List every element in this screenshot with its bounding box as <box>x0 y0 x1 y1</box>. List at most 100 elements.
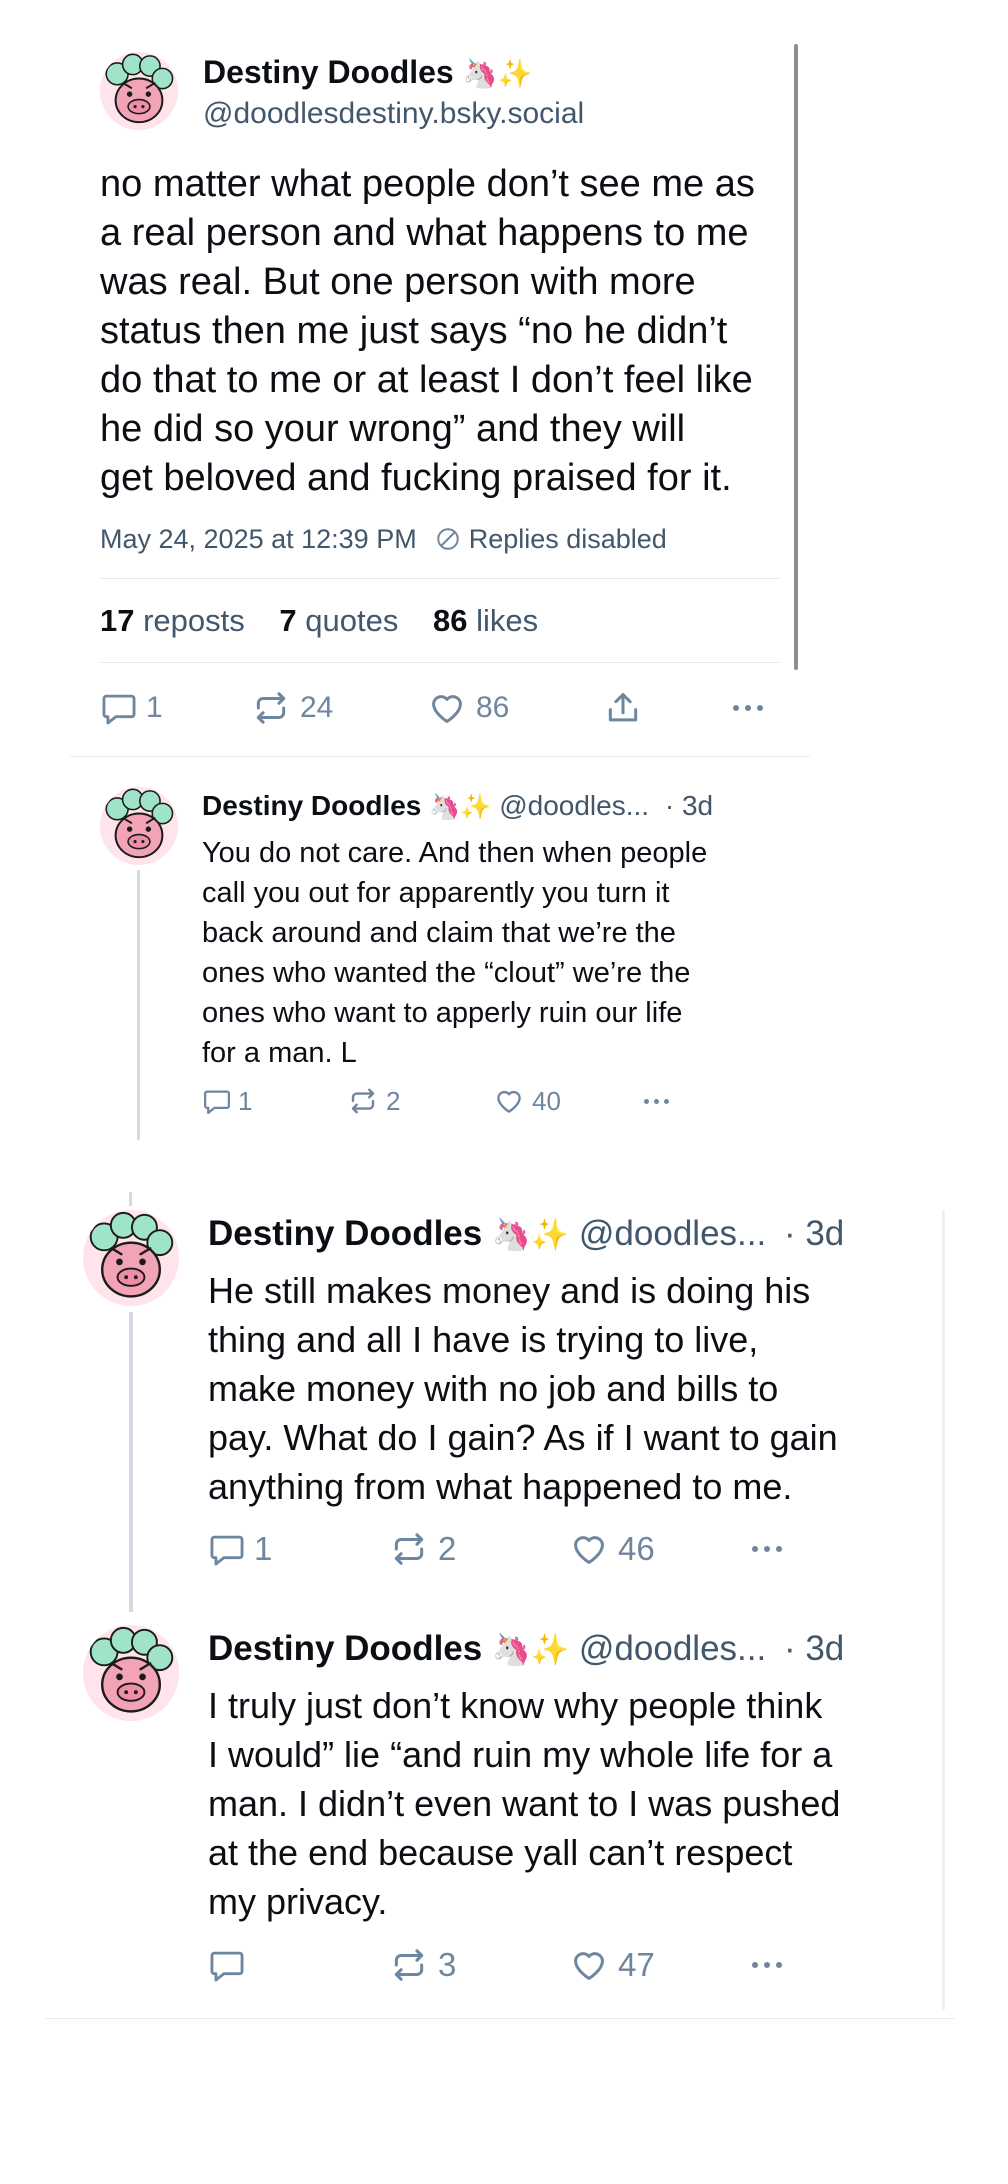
post-text: no matter what people don’t see me as a … <box>100 160 755 503</box>
repost-arrows-icon <box>348 1086 378 1116</box>
post-text-line: was real. But one person with more <box>100 261 696 303</box>
like-button[interactable]: 86 <box>428 688 509 728</box>
thread-line <box>129 1312 133 1612</box>
heart-icon <box>494 1086 524 1116</box>
ellipsis-icon <box>733 705 739 711</box>
heart-icon <box>428 689 466 727</box>
like-button[interactable]: 40 <box>494 1084 561 1118</box>
repost-button[interactable]: 2 <box>390 1528 456 1570</box>
speech-bubble-icon <box>202 1086 232 1116</box>
repost-button[interactable]: 3 <box>390 1944 456 1986</box>
card-border <box>942 1210 945 2010</box>
avatar-image <box>100 787 178 865</box>
more-options-button[interactable] <box>644 1084 669 1118</box>
like-button[interactable]: 46 <box>570 1528 655 1570</box>
repost-arrows-icon <box>390 1946 428 1984</box>
avatar[interactable] <box>100 787 178 865</box>
thread-line <box>129 1192 132 1206</box>
post-text-line: get beloved and fucking praised for it. <box>100 457 732 499</box>
author-handle[interactable]: @doodles... <box>579 1629 766 1668</box>
avatar[interactable] <box>100 52 178 130</box>
post-text-line: call you out for apparently you turn it <box>202 877 670 909</box>
avatar-image <box>100 52 178 130</box>
speech-bubble-icon <box>208 1530 246 1568</box>
post-text-line: he did so your wrong” and they will <box>100 408 686 450</box>
post-text-line: He still makes money and is doing his <box>208 1270 811 1311</box>
post-text: He still makes money and is doing his th… <box>208 1266 838 1511</box>
post-stats: 17 reposts 7 quotes 86 likes <box>100 602 538 640</box>
more-options-button[interactable] <box>752 1944 782 1986</box>
post-text-line: thing and all I have is trying to live, <box>208 1319 759 1360</box>
post-text-line: make money with no job and bills to <box>208 1368 779 1409</box>
post-text-line: back around and claim that we’re the <box>202 917 676 949</box>
author-handle[interactable]: @doodles... <box>579 1214 766 1253</box>
reply-button[interactable]: 1 <box>208 1528 272 1570</box>
divider <box>45 2018 955 2019</box>
reply-button[interactable] <box>208 1944 254 1986</box>
speech-bubble-icon <box>100 689 138 727</box>
heart-icon <box>570 1530 608 1568</box>
ellipsis-icon <box>752 1546 758 1552</box>
author-handle[interactable]: @doodles... <box>499 790 649 821</box>
post-text-line: anything from what happened to me. <box>208 1466 793 1507</box>
author-name[interactable]: Destiny Doodles <box>208 1214 482 1253</box>
post-text-line: You do not care. And then when people <box>202 837 708 869</box>
likes-stat[interactable]: 86 likes <box>433 603 538 638</box>
post-text-line: status then me just says “no he didn’t <box>100 310 728 352</box>
more-options-button[interactable] <box>752 1528 782 1570</box>
repost-arrows-icon <box>252 689 290 727</box>
author-name[interactable]: Destiny Doodles <box>203 54 454 90</box>
post-age[interactable]: · 3d <box>784 1629 844 1668</box>
replies-disabled-label: Replies disabled <box>468 524 667 554</box>
avatar-image <box>83 1625 179 1721</box>
post-text-line: I truly just don’t know why people think <box>208 1685 823 1726</box>
repost-button[interactable]: 24 <box>252 688 333 728</box>
post-text-line: no matter what people don’t see me as <box>100 163 755 205</box>
post-text-line: I would” lie “and ruin my whole life for… <box>208 1734 833 1775</box>
post-text-line: my privacy. <box>208 1881 388 1922</box>
more-options-button[interactable] <box>733 688 763 728</box>
post-text-line: do that to me or at least I don’t feel l… <box>100 359 753 401</box>
reply-button[interactable]: 1 <box>100 688 163 728</box>
post-age[interactable]: · 3d <box>784 1214 844 1253</box>
author-emoji: 🦄✨ <box>462 58 533 89</box>
share-upload-icon <box>604 689 642 727</box>
post-text-line: man. I didn’t even want to I was pushed <box>208 1783 841 1824</box>
heart-icon <box>570 1946 608 1984</box>
post-text-line: for a man. L <box>202 1037 357 1069</box>
ellipsis-icon <box>752 1962 758 1968</box>
post-text-line: a real person and what happens to me <box>100 212 749 254</box>
post-text: You do not care. And then when people ca… <box>202 833 707 1073</box>
author-emoji: 🦄✨ <box>491 1632 570 1667</box>
post-text-line: at the end because yall can’t respect <box>208 1832 793 1873</box>
repost-arrows-icon <box>390 1530 428 1568</box>
post-text-line: ones who wanted the “clout” we’re the <box>202 957 691 989</box>
repost-button[interactable]: 2 <box>348 1084 400 1118</box>
post-age[interactable]: · 3d <box>665 790 713 821</box>
reply-button[interactable]: 1 <box>202 1084 252 1118</box>
avatar[interactable] <box>83 1625 179 1721</box>
quotes-stat[interactable]: 7 quotes <box>279 603 407 638</box>
avatar-image <box>83 1210 179 1306</box>
reposts-stat[interactable]: 17 reposts <box>100 603 253 638</box>
avatar[interactable] <box>83 1210 179 1306</box>
author-name[interactable]: Destiny Doodles <box>202 790 421 821</box>
author-name[interactable]: Destiny Doodles <box>208 1629 482 1668</box>
speech-bubble-icon <box>208 1946 246 1984</box>
thread-line <box>137 870 140 1140</box>
divider <box>100 578 780 579</box>
author-emoji: 🦄✨ <box>429 793 492 821</box>
share-button[interactable] <box>604 688 642 728</box>
post-timestamp[interactable]: May 24, 2025 at 12:39 PM <box>100 522 417 556</box>
post-text: I truly just don’t know why people think… <box>208 1681 840 1926</box>
post-text-line: pay. What do I gain? As if I want to gai… <box>208 1417 838 1458</box>
author-handle[interactable]: @doodlesdestiny.bsky.social <box>203 96 584 132</box>
prohibited-circle-icon <box>436 528 459 550</box>
ellipsis-icon <box>644 1098 649 1104</box>
author-emoji: 🦄✨ <box>491 1217 570 1252</box>
divider <box>70 756 810 757</box>
post-text-line: ones who want to apperly ruin our life <box>202 997 683 1029</box>
scrollbar[interactable] <box>794 44 798 670</box>
divider <box>100 662 780 663</box>
like-button[interactable]: 47 <box>570 1944 655 1986</box>
